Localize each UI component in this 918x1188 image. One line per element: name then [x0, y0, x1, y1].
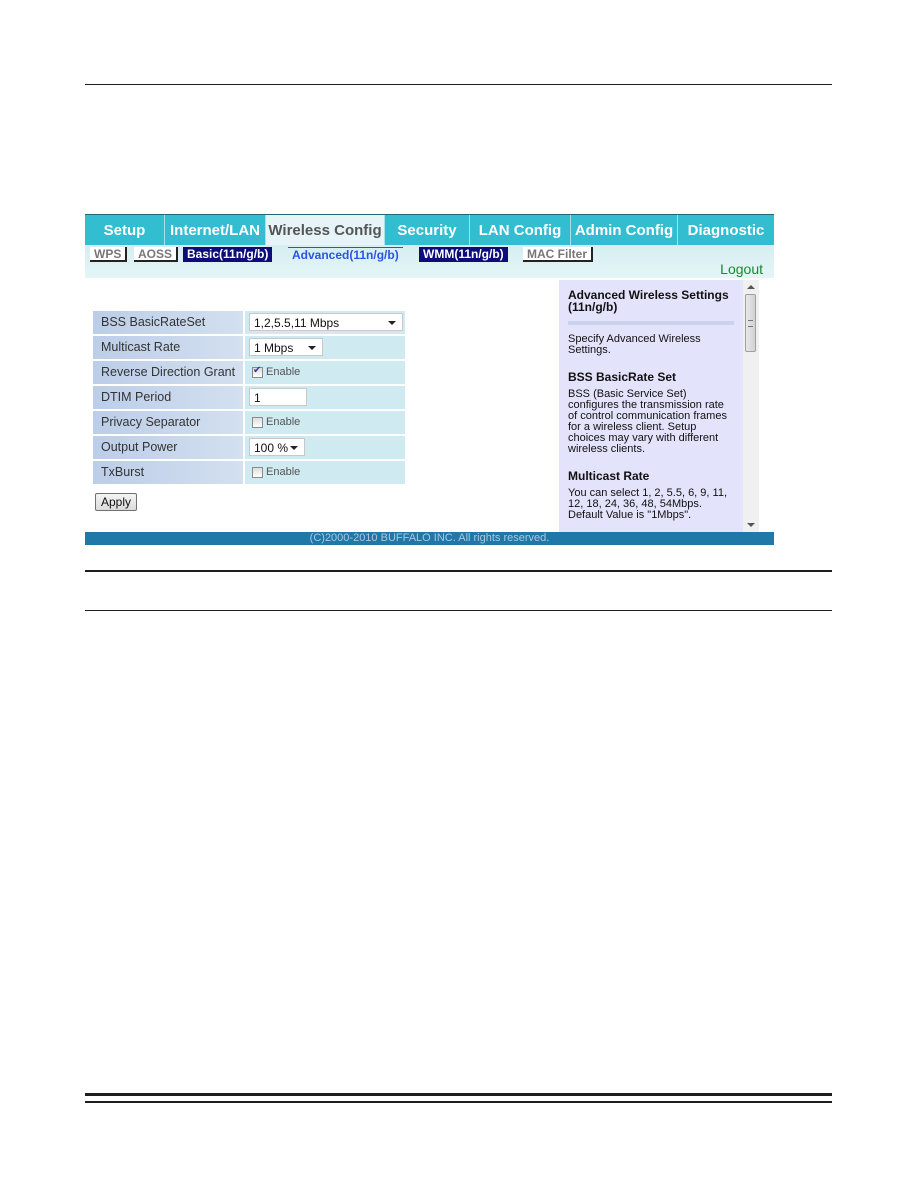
row-reverse-direction-grant: Reverse Direction Grant Enable	[93, 361, 405, 384]
top-nav: Setup Internet/LAN Wireless Config Secur…	[85, 214, 774, 246]
reverse-direction-grant-checkbox[interactable]	[252, 365, 263, 378]
help-heading-bss: BSS BasicRate Set	[568, 370, 677, 384]
value-cell: Enable	[245, 411, 405, 434]
label-reverse-direction-grant: Reverse Direction Grant	[93, 361, 243, 384]
label-privacy-separator: Privacy Separator	[93, 411, 243, 434]
tab-diagnostic[interactable]: Diagnostic	[678, 215, 774, 246]
value-cell: 100 %	[245, 436, 405, 459]
dtim-period-input[interactable]: 1	[249, 388, 307, 406]
subtab-mac-filter[interactable]: MAC Filter	[523, 247, 593, 262]
value-cell: Enable	[245, 461, 405, 484]
subtab-aoss[interactable]: AOSS	[134, 247, 179, 262]
help-scrollbar[interactable]	[743, 280, 759, 532]
page-rule-top	[85, 84, 832, 85]
page-rule-mid-2	[85, 610, 832, 611]
multicast-rate-select[interactable]: 1 Mbps	[249, 338, 323, 356]
copyright-footer: (C)2000-2010 BUFFALO INC. All rights res…	[85, 532, 774, 545]
enable-label: Enable	[266, 466, 301, 478]
help-divider	[568, 321, 734, 325]
label-output-power: Output Power	[93, 436, 243, 459]
row-privacy-separator: Privacy Separator Enable	[93, 411, 405, 434]
tab-wireless-config[interactable]: Wireless Config	[266, 215, 385, 246]
label-bss-basic-rate-set: BSS BasicRateSet	[93, 311, 243, 334]
label-dtim-period: DTIM Period	[93, 386, 243, 409]
router-admin-window: Setup Internet/LAN Wireless Config Secur…	[85, 214, 774, 546]
subtab-wps[interactable]: WPS	[90, 247, 128, 262]
tab-lan-config[interactable]: LAN Config	[470, 215, 571, 246]
row-output-power: Output Power 100 %	[93, 436, 405, 459]
output-power-select[interactable]: 100 %	[249, 438, 305, 456]
dropdown-arrow-icon	[290, 446, 298, 450]
page-rule-bottom-2	[85, 1101, 832, 1103]
logout-link[interactable]: Logout	[720, 261, 763, 277]
subtab-advanced[interactable]: Advanced(11n/g/b)	[288, 247, 403, 262]
tab-internet-lan[interactable]: Internet/LAN	[165, 215, 266, 246]
enable-label: Enable	[266, 366, 301, 378]
scroll-up-arrow-icon[interactable]	[747, 285, 755, 289]
help-text-multicast: You can select 1, 2, 5.5, 6, 9, 11, 12, …	[568, 487, 728, 521]
subtab-wmm[interactable]: WMM(11n/g/b)	[419, 247, 508, 262]
sub-nav: WPS AOSS Basic(11n/g/b) Advanced(11n/g/b…	[85, 245, 774, 278]
label-txburst: TxBurst	[93, 461, 243, 484]
scroll-thumb[interactable]	[745, 294, 756, 352]
enable-label: Enable	[266, 416, 301, 428]
label-multicast-rate: Multicast Rate	[93, 336, 243, 359]
select-value: 1,2,5.5,11 Mbps	[254, 316, 340, 330]
help-title: Advanced Wireless Settings (11n/g/b)	[568, 288, 729, 314]
value-cell: 1	[245, 386, 405, 409]
bss-basic-rate-set-select[interactable]: 1,2,5.5,11 Mbps	[249, 313, 403, 331]
page-rule-mid-1	[85, 570, 832, 572]
scroll-down-arrow-icon[interactable]	[747, 523, 755, 527]
subtab-basic[interactable]: Basic(11n/g/b)	[183, 247, 273, 262]
tab-security[interactable]: Security	[385, 215, 470, 246]
row-multicast-rate: Multicast Rate 1 Mbps	[93, 336, 405, 359]
help-panel: Advanced Wireless Settings (11n/g/b) Spe…	[559, 280, 743, 532]
tab-admin-config[interactable]: Admin Config	[571, 215, 678, 246]
help-intro: Specify Advanced Wireless Settings.	[568, 333, 701, 356]
row-txburst: TxBurst Enable	[93, 461, 405, 484]
value-cell: 1,2,5.5,11 Mbps	[245, 311, 405, 334]
grip-icon	[748, 320, 753, 327]
txburst-checkbox[interactable]	[252, 467, 263, 478]
select-value: 100 %	[254, 441, 289, 455]
help-text-bss: BSS (Basic Service Set) configures the t…	[568, 388, 727, 455]
page-rule-bottom-1	[85, 1093, 832, 1096]
row-dtim-period: DTIM Period 1	[93, 386, 405, 409]
dropdown-arrow-icon	[308, 346, 316, 350]
privacy-separator-checkbox[interactable]	[252, 417, 263, 428]
help-heading-multicast: Multicast Rate	[568, 469, 650, 483]
tab-setup[interactable]: Setup	[85, 215, 165, 246]
value-cell: Enable	[245, 361, 405, 384]
select-value: 1 Mbps	[254, 341, 294, 355]
dropdown-arrow-icon	[388, 321, 396, 325]
row-bss-basic-rate-set: BSS BasicRateSet 1,2,5.5,11 Mbps	[93, 311, 405, 334]
apply-button[interactable]: Apply	[95, 493, 137, 511]
value-cell: 1 Mbps	[245, 336, 405, 359]
